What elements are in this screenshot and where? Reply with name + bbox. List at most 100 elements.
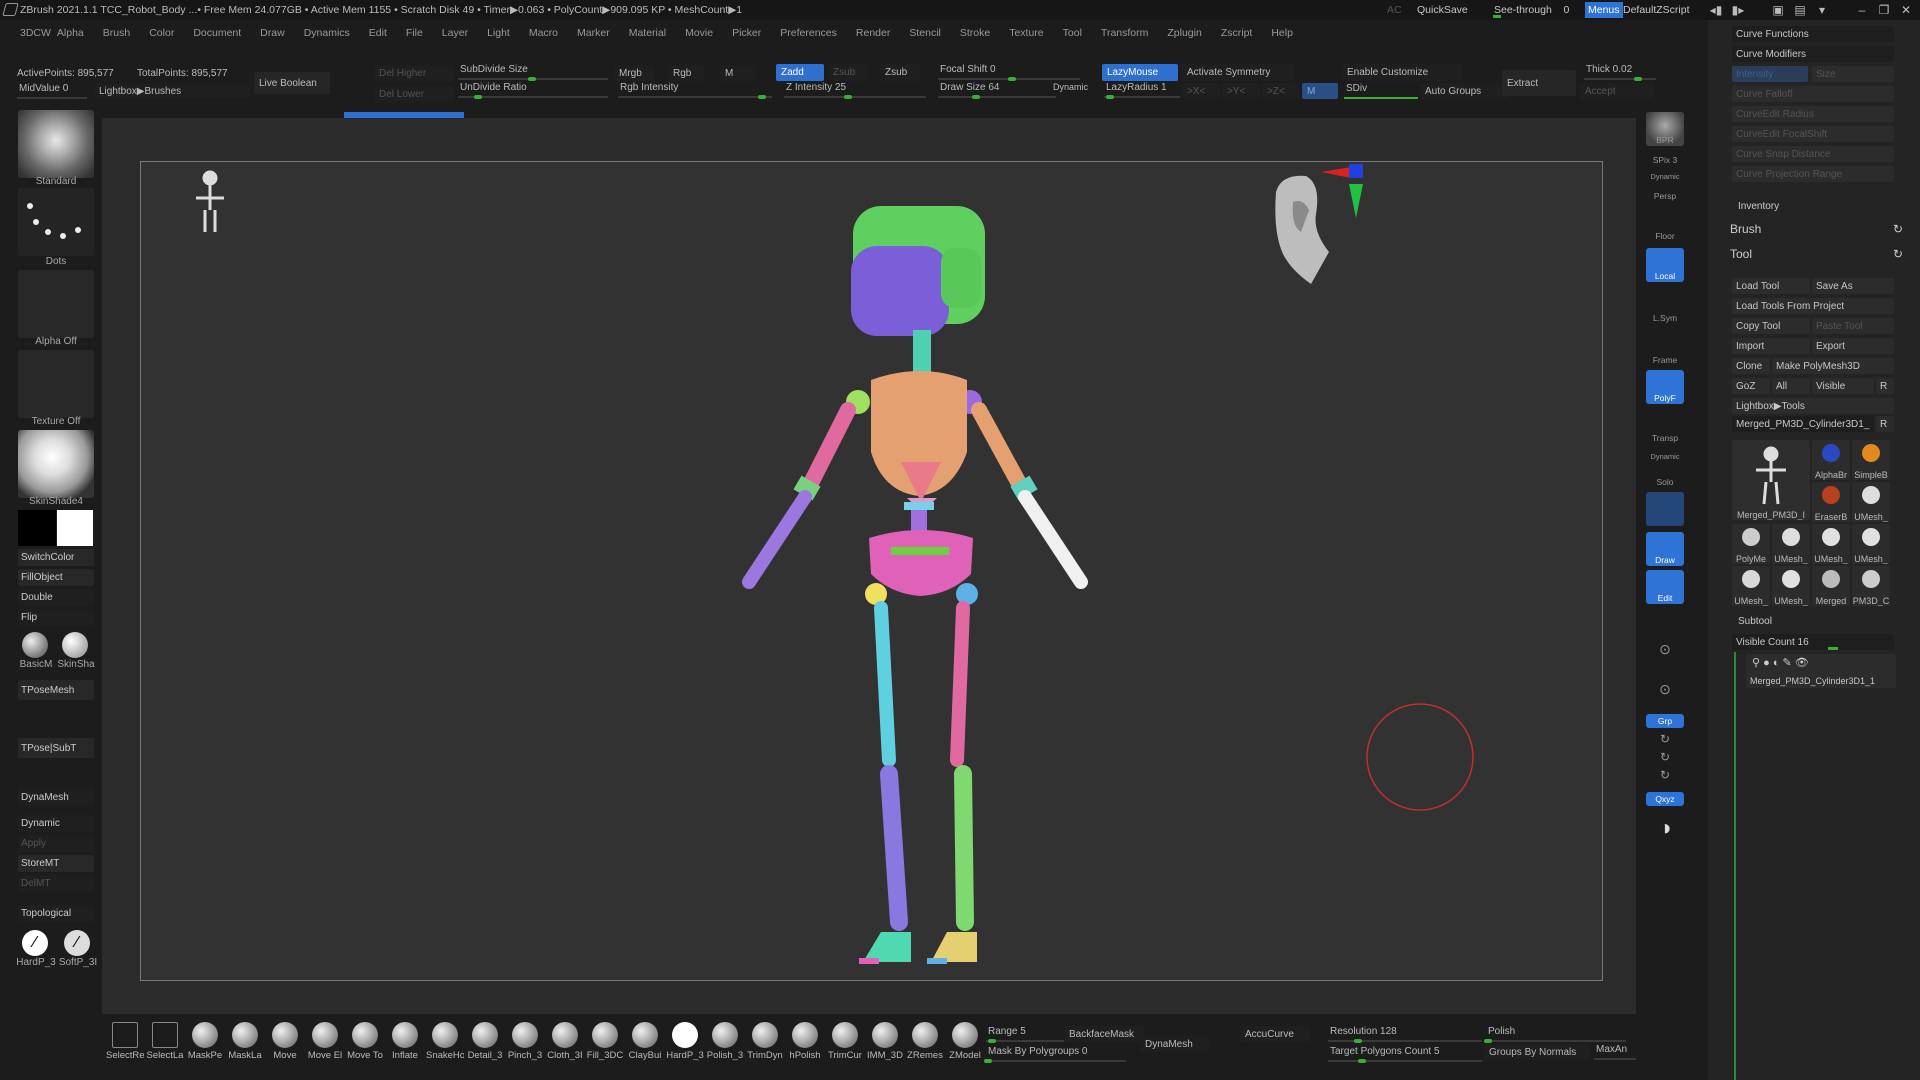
subdivide-size-slider[interactable]: SubDivide Size <box>456 64 608 81</box>
lazyradius-slider[interactable]: LazyRadius 1 <box>1102 82 1180 99</box>
brush-slot[interactable]: ClayBui <box>626 1022 664 1068</box>
seethrough-knob[interactable] <box>1493 15 1501 18</box>
menu-item[interactable]: Color <box>149 27 174 39</box>
tool-thumbnail[interactable]: UMesh_ <box>1852 524 1890 564</box>
copy-tool-button[interactable]: Copy Tool <box>1732 318 1810 334</box>
help-icon[interactable]: ▾ <box>1811 0 1833 20</box>
menu-item[interactable]: Tool <box>1063 27 1082 39</box>
stroke-preview-icon[interactable] <box>18 188 94 256</box>
grp-button[interactable]: Grp <box>1646 714 1684 728</box>
curve-edit-focalshift-slider[interactable]: CurveEdit FocalShift <box>1732 126 1894 142</box>
secondary-color-swatch[interactable] <box>18 510 56 546</box>
lightbox-tools-button[interactable]: Lightbox▶Tools <box>1732 398 1894 414</box>
menu-item[interactable]: 3DCW <box>20 27 51 39</box>
r2-button[interactable]: R <box>1876 416 1894 432</box>
maximize-icon[interactable]: ❐ <box>1873 0 1895 20</box>
menu-item[interactable]: Marker <box>577 27 610 39</box>
menu-item[interactable]: Help <box>1271 27 1293 39</box>
live-boolean-button[interactable]: Live Boolean <box>254 72 330 94</box>
undivide-ratio-slider[interactable]: UnDivide Ratio <box>456 82 608 99</box>
material-preview-icon[interactable] <box>18 430 94 498</box>
dynamesh-button[interactable]: DynaMesh <box>18 787 94 807</box>
del-lower-button[interactable]: Del Lower <box>374 86 454 103</box>
activate-symmetry-button[interactable]: Activate Symmetry <box>1182 64 1294 81</box>
menu-item[interactable]: Picker <box>732 27 761 39</box>
minimize-icon[interactable]: – <box>1851 0 1873 20</box>
menu-item[interactable]: Draw <box>260 27 285 39</box>
main-tool-thumbnail[interactable]: Merged_PM3D_I <box>1732 440 1810 520</box>
brush-slot[interactable]: IMM_3D <box>866 1022 904 1068</box>
solo-button[interactable]: Solo <box>1646 458 1684 488</box>
tool-thumbnail[interactable]: Merged <box>1812 566 1850 606</box>
paste-tool-button[interactable]: Paste Tool <box>1812 318 1894 334</box>
tool-thumbnail[interactable]: SimpleB <box>1852 440 1890 480</box>
brush-slot[interactable]: HardP_3 <box>666 1022 704 1068</box>
menu-item[interactable]: Preferences <box>780 27 837 39</box>
brush-slot[interactable]: Move To <box>346 1022 384 1068</box>
local-button[interactable]: Local <box>1646 248 1684 282</box>
draw-button[interactable]: Draw <box>1646 532 1684 566</box>
layout-prev-icon[interactable]: ◂▮ <box>1705 0 1727 20</box>
menu-item[interactable]: File <box>406 27 423 39</box>
sym-x-button[interactable]: >X< <box>1182 83 1220 99</box>
visible-button[interactable]: Visible <box>1812 378 1874 394</box>
tool-thumbnail[interactable]: UMesh_ <box>1852 482 1890 522</box>
material-sphere-icon[interactable]: ◑ <box>1646 814 1684 844</box>
tool-refresh-icon[interactable]: ↻ <box>1893 247 1903 261</box>
brush-refresh-icon[interactable]: ↻ <box>1893 222 1903 236</box>
brush-slot[interactable]: ZRemes <box>906 1022 944 1068</box>
frame-button[interactable]: Frame <box>1646 332 1684 366</box>
maxangle-slider[interactable]: MaxAn <box>1592 1044 1636 1060</box>
basic-material-icon[interactable] <box>22 632 48 658</box>
rotate-s-icon[interactable]: ⊙ <box>1646 676 1684 704</box>
brush-slot[interactable]: Pinch_3 <box>506 1022 544 1068</box>
dynamesh-button-bottom[interactable]: DynaMesh <box>1140 1036 1210 1052</box>
brush-slot[interactable]: TrimCur <box>826 1022 864 1068</box>
alpha-preview-icon[interactable] <box>18 270 94 338</box>
brush-slot[interactable]: SelectLa <box>146 1022 184 1068</box>
tool-thumbnail[interactable]: UMesh_ <box>1812 524 1850 564</box>
ui-layout-icon[interactable]: ▣ <box>1767 0 1789 20</box>
skinshade-material-icon[interactable] <box>62 632 88 658</box>
brush-slot[interactable]: Cloth_3I <box>546 1022 584 1068</box>
import-button[interactable]: Import <box>1732 338 1810 354</box>
canvas-document[interactable] <box>140 161 1603 981</box>
tool-thumbnail[interactable]: PolyMe <box>1732 524 1770 564</box>
sym-y-button[interactable]: >Y< <box>1222 83 1260 99</box>
rotate-y-icon[interactable]: ↻ <box>1646 750 1684 766</box>
menu-item[interactable]: Transform <box>1101 27 1148 39</box>
delmt-button[interactable]: DelMT <box>18 875 94 892</box>
load-tools-from-project-button[interactable]: Load Tools From Project <box>1732 298 1894 314</box>
fillobject-button[interactable]: FillObject <box>18 569 94 586</box>
brush-slot[interactable]: Fill_3DC <box>586 1022 624 1068</box>
brush-slot[interactable]: Detail_3 <box>466 1022 504 1068</box>
zsub-off-button[interactable]: Zsub <box>828 64 868 81</box>
floor-button[interactable]: Floor <box>1646 210 1684 242</box>
subtool-header[interactable]: Subtool <box>1738 616 1772 627</box>
transp-button[interactable]: Transp <box>1646 412 1684 444</box>
rotate-z-icon[interactable]: ↻ <box>1646 768 1684 784</box>
tool-thumbnail[interactable]: PM3D_C <box>1852 566 1890 606</box>
menu-item[interactable]: Render <box>856 27 890 39</box>
m-button[interactable]: M <box>720 65 756 81</box>
spix-slider[interactable]: SPix 3 <box>1646 150 1684 166</box>
softp-brush-icon[interactable]: ⁄ <box>64 930 90 956</box>
brush-slot[interactable]: ZModel <box>946 1022 984 1068</box>
range-slider[interactable]: Range 5 <box>984 1026 1064 1043</box>
brush-slot[interactable]: Inflate <box>386 1022 424 1068</box>
enable-customize-button[interactable]: Enable Customize <box>1342 64 1462 81</box>
brush-slot[interactable]: SnakeHo <box>426 1022 464 1068</box>
dynamic-toggle[interactable]: Dynamic <box>1053 82 1088 92</box>
xyz-button[interactable]: Qxyz <box>1646 792 1684 806</box>
ac-label[interactable]: AC <box>1387 0 1402 20</box>
tool-thumbnail[interactable]: AlphaBr <box>1812 440 1850 480</box>
accucurve-button[interactable]: AccuCurve <box>1240 1026 1310 1042</box>
intensity-button[interactable]: Intensity <box>1732 66 1808 82</box>
rotate-d-icon[interactable]: ⊙ <box>1646 636 1684 664</box>
auto-groups-button[interactable]: Auto Groups <box>1420 83 1510 99</box>
dynamic-button[interactable]: Dynamic <box>18 815 94 832</box>
groups-by-normals-button[interactable]: Groups By Normals <box>1484 1044 1590 1060</box>
brush-preview-icon[interactable] <box>18 110 94 178</box>
tool-thumbnail[interactable]: EraserB <box>1812 482 1850 522</box>
subtool-scrollbar[interactable] <box>1734 652 1736 1080</box>
